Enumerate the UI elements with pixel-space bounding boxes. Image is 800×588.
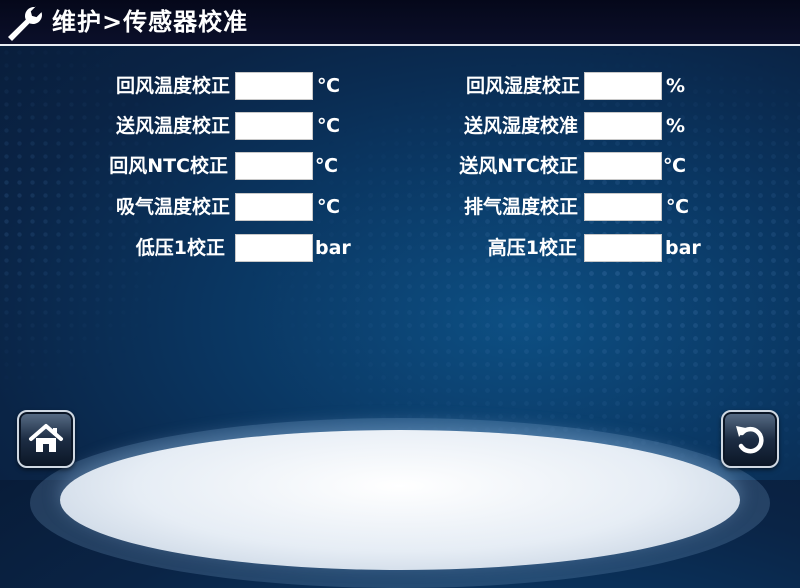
field-label: 回风湿度校正 xyxy=(465,75,580,97)
unit-label: ℃ xyxy=(317,75,341,97)
field-label: 回风温度校正 xyxy=(115,75,230,97)
supply-air-temp-input[interactable] xyxy=(235,112,313,140)
form-row: 低压1校正 bar xyxy=(0,232,400,264)
unit-label: ℃ xyxy=(663,155,687,177)
discharge-temp-input[interactable] xyxy=(584,193,662,221)
field-label: 吸气温度校正 xyxy=(115,196,230,218)
unit-label: % xyxy=(666,75,686,97)
form-row: 回风NTC校正 ℃ xyxy=(0,150,400,182)
unit-label: ℃ xyxy=(666,196,690,218)
wrench-icon xyxy=(8,6,42,41)
header-bar: 维护>传感器校准 xyxy=(0,0,800,46)
form-row: 高压1校正 bar xyxy=(400,232,800,264)
unit-label: ℃ xyxy=(317,196,341,218)
field-label: 送风湿度校准 xyxy=(463,115,578,137)
field-label: 送风NTC校正 xyxy=(459,155,578,177)
unit-label: bar xyxy=(315,237,351,259)
back-arrow-icon xyxy=(736,426,764,454)
page-title: 维护>传感器校准 xyxy=(52,8,249,36)
form-row: 回风温度校正 ℃ xyxy=(0,70,400,102)
form-row: 送风NTC校正 ℃ xyxy=(400,150,800,182)
return-air-temp-input[interactable] xyxy=(235,72,313,100)
unit-label: ℃ xyxy=(317,115,341,137)
form-row: 送风湿度校准 % xyxy=(400,110,800,142)
field-label: 排气温度校正 xyxy=(463,196,578,218)
field-label: 送风温度校正 xyxy=(115,115,230,137)
supply-air-ntc-input[interactable] xyxy=(584,152,662,180)
unit-label: bar xyxy=(665,237,701,259)
return-air-humidity-input[interactable] xyxy=(584,72,662,100)
field-label: 回风NTC校正 xyxy=(109,155,228,177)
home-button[interactable] xyxy=(17,410,75,468)
back-button[interactable] xyxy=(721,410,779,468)
low-pressure-1-input[interactable] xyxy=(235,234,313,262)
form-row: 排气温度校正 ℃ xyxy=(400,191,800,223)
supply-air-humidity-input[interactable] xyxy=(584,112,662,140)
return-air-ntc-input[interactable] xyxy=(235,152,313,180)
field-label: 高压1校正 xyxy=(487,237,577,259)
form-row: 回风湿度校正 % xyxy=(400,70,800,102)
suction-temp-input[interactable] xyxy=(235,193,313,221)
unit-label: ℃ xyxy=(315,155,339,177)
form-row: 吸气温度校正 ℃ xyxy=(0,191,400,223)
field-label: 低压1校正 xyxy=(135,237,225,259)
form-row: 送风温度校正 ℃ xyxy=(0,110,400,142)
unit-label: % xyxy=(666,115,686,137)
bottom-arc xyxy=(60,430,740,570)
high-pressure-1-input[interactable] xyxy=(584,234,662,262)
home-icon xyxy=(29,424,63,452)
